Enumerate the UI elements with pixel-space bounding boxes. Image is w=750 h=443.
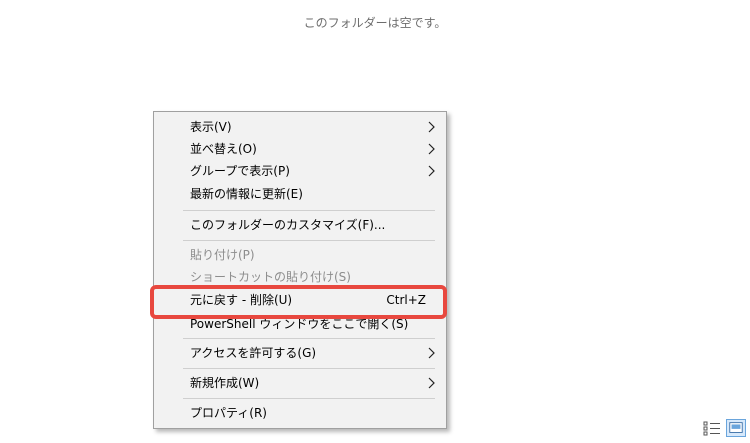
menu-separator — [183, 368, 435, 369]
menu-item-label: 並べ替え(O) — [190, 142, 257, 156]
menu-item-customize-folder[interactable]: このフォルダーのカスタマイズ(F)... — [154, 214, 446, 236]
menu-separator — [183, 398, 435, 399]
menu-item-group-by[interactable]: グループで表示(P) — [154, 160, 446, 182]
menu-separator — [183, 338, 435, 339]
chevron-right-icon — [428, 165, 435, 177]
chevron-right-icon — [428, 143, 435, 155]
menu-item-label: 新規作成(W) — [190, 376, 260, 390]
chevron-right-icon — [428, 121, 435, 133]
menu-separator — [183, 210, 435, 211]
menu-item-properties[interactable]: プロパティ(R) — [154, 402, 446, 424]
chevron-right-icon — [428, 347, 435, 359]
menu-item-sort-by[interactable]: 並べ替え(O) — [154, 138, 446, 160]
menu-item-label: このフォルダーのカスタマイズ(F)... — [190, 218, 386, 232]
menu-item-paste: 貼り付け(P) — [154, 244, 446, 266]
menu-item-view[interactable]: 表示(V) — [154, 116, 446, 138]
menu-item-new[interactable]: 新規作成(W) — [154, 372, 446, 394]
empty-folder-message: このフォルダーは空です。 — [303, 16, 447, 30]
menu-item-label: 貼り付け(P) — [190, 248, 255, 262]
menu-item-give-access[interactable]: アクセスを許可する(G) — [154, 342, 446, 364]
menu-item-label: 最新の情報に更新(E) — [190, 187, 303, 201]
menu-item-label: グループで表示(P) — [190, 164, 290, 178]
menu-separator — [183, 240, 435, 241]
menu-item-label: プロパティ(R) — [190, 406, 267, 420]
context-menu: 表示(V) 並べ替え(O) グループで表示(P) 最新の情報に更新(E) このフ… — [153, 111, 447, 429]
chevron-right-icon — [428, 377, 435, 389]
details-view-icon[interactable] — [702, 419, 722, 437]
menu-item-label: 表示(V) — [190, 120, 232, 134]
large-icons-view-icon[interactable] — [726, 419, 746, 437]
highlight-outline — [150, 285, 447, 319]
menu-item-label: アクセスを許可する(G) — [190, 346, 317, 360]
menu-item-refresh[interactable]: 最新の情報に更新(E) — [154, 183, 446, 205]
